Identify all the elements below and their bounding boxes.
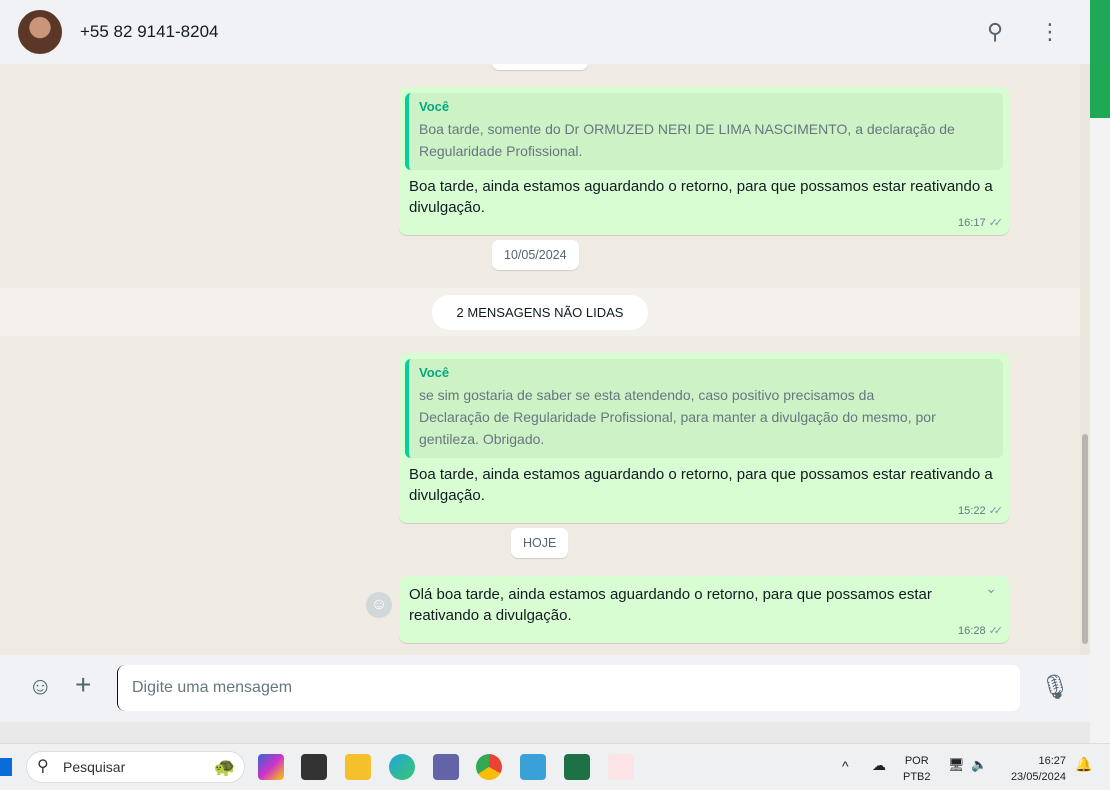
scrollbar[interactable] — [1080, 64, 1090, 655]
message-text: Boa tarde, ainda estamos aguardando o re… — [409, 178, 993, 216]
clock[interactable]: 16:27 23/05/2024 — [1004, 753, 1066, 785]
whatsapp-app: +55 82 9141-8204 ⚲ ⋮ Você Boa tarde, som… — [0, 0, 1090, 722]
side-accent-bar — [1090, 0, 1110, 118]
copilot-icon[interactable] — [258, 754, 284, 780]
keyboard-layout: PTB2 — [903, 771, 931, 783]
cloud-offline-icon[interactable]: ☁ — [872, 757, 886, 774]
message-bubble[interactable]: Olá boa tarde, ainda estamos aguardando … — [399, 576, 1009, 643]
message-input[interactable] — [117, 665, 1020, 711]
taskbar-search[interactable]: ⚲ Pesquisar 🐢 — [26, 751, 245, 783]
volume-icon[interactable]: 🔈 — [971, 757, 987, 773]
taskbar-search-label: Pesquisar — [63, 759, 126, 775]
notepad-icon[interactable] — [520, 754, 546, 780]
quote-text: Boa tarde, somente do Dr ORMUZED NERI DE… — [419, 121, 955, 159]
message-bubble[interactable]: Você se sim gostaria de saber se esta at… — [399, 353, 1009, 523]
emoji-icon[interactable]: ☺ — [28, 673, 53, 701]
quote-author: Você — [419, 99, 450, 114]
file-explorer-icon[interactable] — [345, 754, 371, 780]
composer: ☺ + 🎙 — [0, 655, 1090, 722]
teams-icon[interactable] — [433, 754, 459, 780]
message-meta: 15:22 ✓✓ — [405, 504, 1003, 517]
date-chip: HOJE — [511, 528, 569, 558]
chrome-icon[interactable] — [476, 754, 502, 780]
windows-taskbar: ⚲ Pesquisar 🐢 ^ ☁ POR PTB2 🖥 🔈 16:27 23/05/2… — [0, 743, 1110, 790]
clock-date: 23/05/2024 — [1010, 771, 1066, 783]
message-time: 16:17 — [958, 217, 986, 229]
browser-edge — [1090, 118, 1110, 743]
message-time: 16:28 — [958, 625, 986, 637]
windows-start-icon[interactable] — [0, 758, 12, 776]
message-text: Boa tarde, ainda estamos aguardando o re… — [409, 466, 993, 504]
network-icon[interactable]: 🖥 — [948, 757, 965, 773]
clock-time: 16:27 — [1038, 755, 1066, 767]
excel-icon[interactable] — [564, 754, 590, 780]
double-check-icon: ✓✓ — [988, 625, 1004, 637]
edge-icon[interactable] — [389, 754, 415, 780]
quoted-message[interactable]: Você Boa tarde, somente do Dr ORMUZED NE… — [405, 93, 1003, 170]
attach-plus-icon[interactable]: + — [75, 669, 91, 701]
scrollbar-thumb[interactable] — [1082, 434, 1088, 644]
double-check-icon: ✓✓ — [988, 217, 1004, 229]
quote-text: se sim gostaria de saber se esta atenden… — [419, 387, 936, 447]
snipping-tool-icon[interactable] — [608, 754, 634, 780]
message-time: 15:22 — [958, 505, 986, 517]
turtle-icon: 🐢 — [213, 757, 236, 777]
tray-chevron-icon[interactable]: ^ — [842, 758, 849, 774]
search-icon: ⚲ — [37, 758, 49, 775]
unread-messages-label: 2 MENSAGENS NÃO LIDAS — [432, 295, 648, 330]
microphone-icon[interactable]: 🎙 — [1040, 673, 1070, 702]
react-emoji-icon[interactable]: ☺ — [366, 592, 392, 618]
search-icon[interactable]: ⚲ — [981, 18, 1009, 46]
contact-avatar[interactable] — [18, 10, 62, 54]
date-chip: 10/05/2024 — [492, 240, 579, 270]
chat-header: +55 82 9141-8204 ⚲ ⋮ — [0, 0, 1090, 64]
date-chip-top — [492, 64, 588, 70]
message-text: Olá boa tarde, ainda estamos aguardando … — [409, 586, 932, 624]
language-code: POR — [904, 755, 929, 767]
contact-name[interactable]: +55 82 9141-8204 — [80, 22, 219, 42]
notification-bell-icon[interactable]: 🔔 — [1075, 756, 1092, 773]
language-indicator[interactable]: POR PTB2 — [903, 753, 931, 785]
message-meta: 16:17 ✓✓ — [405, 216, 1003, 229]
quoted-message[interactable]: Você se sim gostaria de saber se esta at… — [405, 359, 1003, 458]
chat-area: Você Boa tarde, somente do Dr ORMUZED NE… — [0, 64, 1090, 655]
message-bubble[interactable]: Você Boa tarde, somente do Dr ORMUZED NE… — [399, 87, 1009, 235]
terminal-icon[interactable] — [301, 754, 327, 780]
double-check-icon: ✓✓ — [988, 505, 1004, 517]
menu-icon[interactable]: ⋮ — [1036, 18, 1064, 46]
chevron-down-icon[interactable]: ⌄ — [985, 580, 997, 597]
quote-author: Você — [419, 365, 450, 380]
